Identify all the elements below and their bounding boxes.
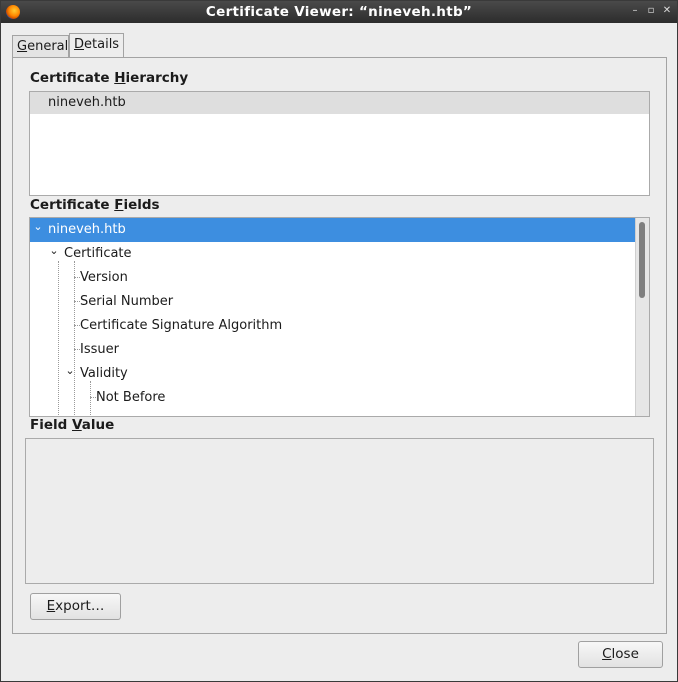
tree-row[interactable]: Certificate Signature Algorithm	[30, 314, 637, 338]
tree-row[interactable]: ⌄ nineveh.htb	[30, 218, 637, 242]
certificate-hierarchy-label: Certificate Hierarchy	[30, 70, 189, 86]
fields-scrollbar[interactable]	[635, 218, 649, 416]
tab-general[interactable]: General	[12, 35, 69, 58]
field-value-label: Field Value	[30, 417, 115, 433]
chevron-down-icon[interactable]: ⌄	[32, 218, 44, 239]
scrollbar-thumb[interactable]	[639, 222, 645, 298]
tree-row[interactable]: Issuer	[30, 338, 637, 362]
close-icon[interactable]: ✕	[661, 5, 673, 17]
tree-row-label: Certificate	[64, 246, 132, 261]
tree-row-label: Certificate Signature Algorithm	[80, 318, 283, 333]
tree-row-label: Issuer	[80, 342, 119, 357]
chevron-down-icon[interactable]: ⌄	[48, 239, 60, 263]
certificate-viewer-window: Certificate Viewer: “nineveh.htb” – ▫ ✕ …	[0, 0, 678, 682]
tree-row[interactable]: Serial Number	[30, 290, 637, 314]
close-button[interactable]: Close	[578, 641, 663, 668]
tree-row-label: Not Before	[96, 390, 166, 405]
tab-details[interactable]: Details	[69, 33, 124, 57]
tab-general-mnemonic: G	[17, 39, 28, 54]
tree-row[interactable]: ⌄ Certificate	[30, 242, 637, 266]
certificate-hierarchy-list[interactable]: nineveh.htb	[29, 91, 650, 196]
hierarchy-item[interactable]: nineveh.htb	[30, 92, 649, 114]
minimize-icon[interactable]: –	[629, 5, 641, 17]
export-button[interactable]: Export…	[30, 593, 121, 620]
field-value-text[interactable]	[25, 438, 654, 584]
maximize-icon[interactable]: ▫	[645, 5, 657, 17]
tree-row-label: Version	[80, 270, 128, 285]
tree-row[interactable]: Version	[30, 266, 637, 290]
title-bar[interactable]: Certificate Viewer: “nineveh.htb” – ▫ ✕	[1, 1, 677, 23]
certificate-fields-label: Certificate Fields	[30, 197, 160, 213]
tree-row[interactable]: ⌄ Validity	[30, 362, 637, 386]
tree-row[interactable]: Not Before	[30, 386, 637, 410]
tree-row-label: Serial Number	[80, 294, 174, 309]
window-title: Certificate Viewer: “nineveh.htb”	[205, 4, 473, 20]
chevron-down-icon[interactable]: ⌄	[64, 359, 76, 383]
certificate-fields-tree[interactable]: ⌄ nineveh.htb ⌄ Certificate Version Serial Nu…	[29, 217, 650, 417]
tree-row-label: Validity	[80, 366, 128, 381]
tab-details-mnemonic: D	[74, 37, 85, 52]
